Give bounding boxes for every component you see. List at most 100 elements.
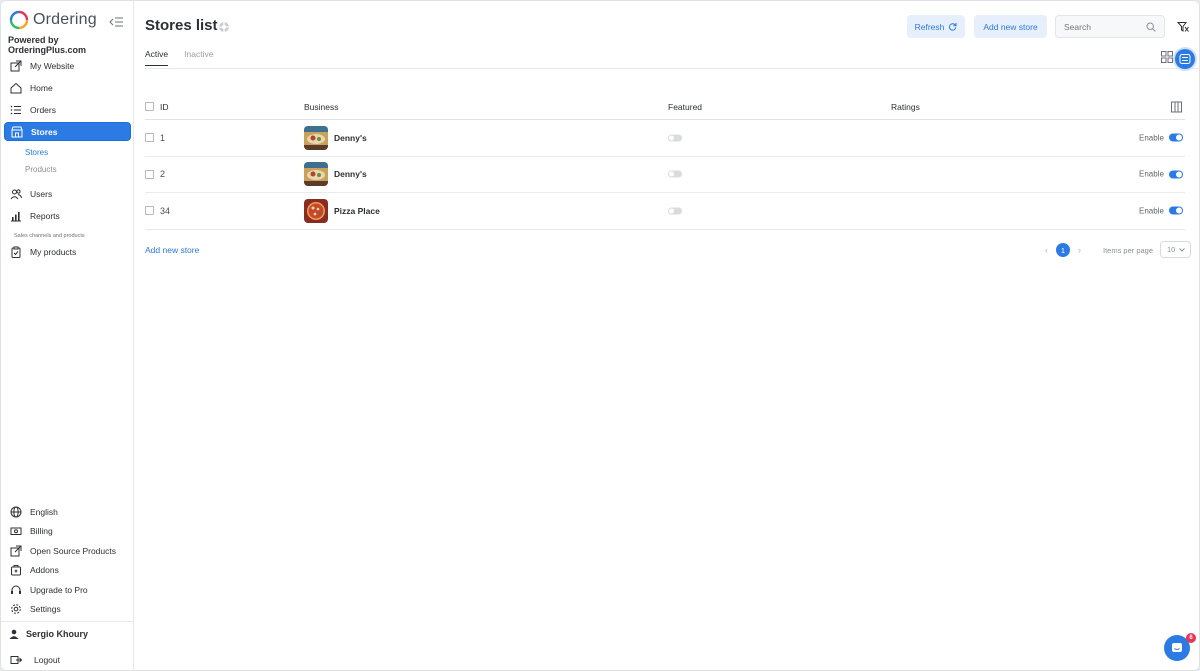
chevron-down-icon [1179, 247, 1186, 252]
sidebar-item-home[interactable]: Home [4, 78, 131, 97]
search-input[interactable] [1064, 21, 1142, 32]
featured-toggle[interactable] [668, 134, 682, 142]
gear-icon [10, 603, 22, 615]
sidebar-item-my-products[interactable]: My products [4, 242, 131, 261]
logout-label: Logout [34, 654, 60, 665]
store-name: Pizza Place [334, 205, 380, 216]
enable-toggle[interactable] [1168, 170, 1183, 179]
chat-icon [1172, 643, 1182, 652]
addons-icon [10, 564, 22, 576]
sidebar-item-upgrade[interactable]: Upgrade to Pro [4, 580, 131, 599]
sidebar-item-label: Settings [30, 603, 61, 614]
sidebar-item-orders[interactable]: Orders [4, 100, 131, 119]
sidebar-item-my-website[interactable]: My Website [4, 56, 131, 75]
row-checkbox[interactable] [145, 133, 154, 143]
sidebar-item-label: Home [30, 82, 53, 93]
search-icon[interactable] [1146, 22, 1156, 34]
store-logo [304, 125, 328, 150]
store-icon [11, 126, 23, 138]
subnav-stores[interactable]: Stores [25, 148, 48, 157]
page-title: Stores list [145, 17, 218, 34]
tab-active[interactable]: Active [145, 49, 169, 66]
home-icon [10, 82, 22, 94]
logo[interactable]: Ordering [9, 10, 97, 30]
bar-chart-icon [10, 210, 22, 222]
sidebar-item-label: Stores [31, 126, 58, 137]
columns-settings-icon[interactable] [1171, 101, 1182, 112]
sidebar-item-label: My Website [30, 60, 75, 71]
globe-icon [10, 506, 22, 518]
sidebar-item-english[interactable]: English [4, 502, 131, 521]
header-checkbox-cell: ID [145, 102, 169, 112]
column-featured: Featured [668, 101, 703, 112]
enable-label: Enable [1139, 169, 1164, 179]
subnav-products[interactable]: Products [25, 165, 57, 174]
featured-toggle[interactable] [668, 170, 682, 178]
store-logo [304, 198, 328, 223]
section-label: Sales channels and products [14, 233, 85, 239]
sidebar-item-label: Orders [30, 104, 56, 115]
next-page-icon[interactable]: › [1078, 245, 1081, 255]
chat-badge: 6 [1186, 633, 1196, 643]
refresh-button[interactable]: Refresh [907, 15, 965, 38]
table-row[interactable]: 1 Denny's Enable [145, 120, 1185, 157]
items-per-page-label: Items per page [1103, 246, 1154, 255]
items-per-page-select[interactable]: 10 [1160, 241, 1191, 258]
sidebar-item-settings[interactable]: Settings [4, 599, 131, 618]
sidebar-item-reports[interactable]: Reports [4, 206, 131, 225]
store-id: 2 [160, 169, 166, 180]
list-view-icon [1179, 54, 1191, 64]
sidebar-item-open-source[interactable]: Open Source Products [4, 541, 131, 560]
sidebar-item-label: Addons [30, 564, 59, 575]
enable-toggle[interactable] [1168, 133, 1183, 142]
refresh-label: Refresh [914, 21, 945, 32]
store-logo [304, 162, 328, 187]
enable-label: Enable [1139, 206, 1164, 216]
column-id: ID [160, 101, 169, 112]
select-all-checkbox[interactable] [145, 102, 154, 111]
add-new-store-link[interactable]: Add new store [145, 245, 199, 255]
sidebar-item-addons[interactable]: Addons [4, 560, 131, 579]
view-switcher [1161, 49, 1195, 69]
help-icon[interactable] [218, 20, 230, 38]
sidebar-item-label: Open Source Products [30, 545, 116, 556]
row-checkbox[interactable] [145, 169, 154, 179]
list-view-button[interactable] [1175, 49, 1195, 69]
add-new-store-button[interactable]: Add new store [974, 15, 1047, 38]
store-name: Denny's [334, 169, 367, 180]
sidebar-item-users[interactable]: Users [4, 184, 131, 203]
enable-label: Enable [1139, 133, 1164, 143]
logout-button[interactable]: Logout [4, 650, 131, 669]
users-icon [10, 188, 22, 200]
billing-icon [10, 525, 22, 537]
prev-page-icon[interactable]: ‹ [1045, 245, 1048, 255]
sidebar-item-stores[interactable]: Stores [4, 122, 131, 141]
page-number-current[interactable]: 1 [1056, 243, 1070, 257]
row-checkbox[interactable] [145, 206, 154, 216]
sidebar-item-label: Users [30, 188, 53, 199]
sidebar: Ordering Powered by OrderingPlus.com My … [1, 1, 134, 670]
column-business: Business [304, 101, 339, 112]
collapse-sidebar-icon[interactable] [109, 14, 124, 32]
grid-view-icon[interactable] [1161, 50, 1173, 68]
powered-by-text: Powered by OrderingPlus.com [8, 35, 87, 55]
sidebar-item-billing[interactable]: Billing [4, 521, 131, 540]
list-icon [10, 104, 22, 116]
table-row[interactable]: 34 Pizza Place Enable [145, 193, 1185, 230]
external-link-icon [10, 60, 22, 72]
logo-text: Ordering [33, 11, 97, 28]
main-content: Stores list Refresh Add new store Active… [135, 1, 1199, 670]
tabs-divider [145, 68, 1199, 69]
user-profile[interactable]: Sergio Khoury [9, 629, 88, 639]
featured-toggle[interactable] [668, 207, 682, 215]
app-window: Ordering Powered by OrderingPlus.com My … [0, 0, 1200, 671]
enable-toggle[interactable] [1168, 206, 1183, 215]
search-box[interactable] [1055, 15, 1165, 38]
user-name: Sergio Khoury [26, 629, 89, 639]
filter-clear-icon[interactable] [1176, 20, 1189, 38]
external-link-icon [10, 545, 22, 557]
table-row[interactable]: 2 Denny's Enable [145, 157, 1185, 193]
sidebar-item-label: Upgrade to Pro [30, 584, 88, 595]
tab-inactive[interactable]: Inactive [184, 49, 213, 66]
sidebar-item-label: English [30, 506, 58, 517]
